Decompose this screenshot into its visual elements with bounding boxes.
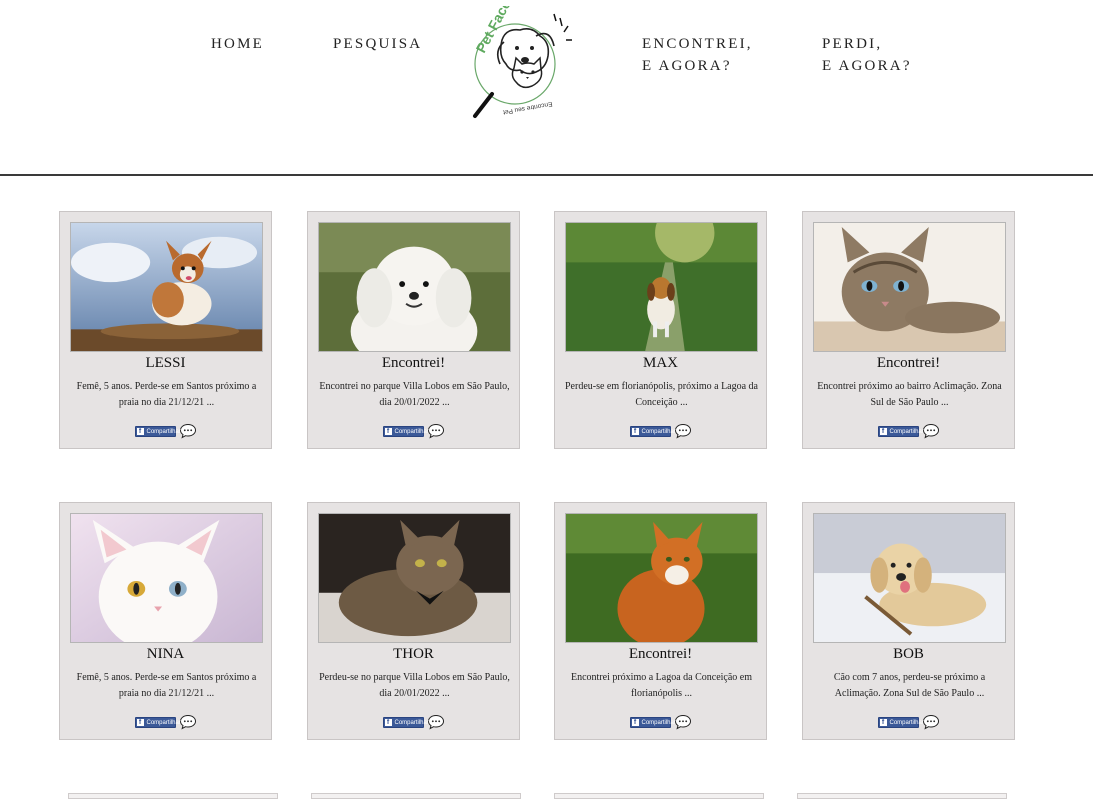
facebook-icon: f bbox=[136, 427, 144, 435]
share-label: Compartilhar bbox=[889, 719, 924, 726]
pet-photo[interactable] bbox=[318, 513, 511, 643]
pet-card-description: Femê, 5 anos. Perde-se em Santos próximo… bbox=[76, 672, 257, 699]
share-label: Compartilhar bbox=[394, 428, 429, 435]
pet-card[interactable]: Encontrei! Encontrei próximo a Lagoa da … bbox=[554, 502, 767, 740]
facebook-icon: f bbox=[384, 427, 392, 435]
nav-found[interactable]: ENCONTREI, E AGORA? bbox=[642, 33, 753, 77]
share-label: Compartilhar bbox=[889, 428, 924, 435]
card-stub bbox=[68, 793, 278, 799]
facebook-icon: f bbox=[631, 718, 639, 726]
facebook-icon: f bbox=[136, 718, 144, 726]
nav-found-line1: ENCONTREI, bbox=[642, 36, 753, 52]
pet-card-actions: f Compartilhar bbox=[60, 714, 271, 730]
facebook-share-button[interactable]: f Compartilhar bbox=[877, 716, 924, 728]
comment-bubble-icon[interactable] bbox=[922, 714, 940, 730]
facebook-share-button[interactable]: f Compartilhar bbox=[382, 425, 429, 437]
pet-card-description: Perdeu-se no parque Villa Lobos em São P… bbox=[319, 672, 510, 699]
facebook-share-button[interactable]: f Compartilhar bbox=[629, 716, 676, 728]
facebook-share-button[interactable]: f Compartilhar bbox=[629, 425, 676, 437]
pet-card-description: Perdeu-se em florianópolis, próximo a La… bbox=[565, 381, 758, 408]
pet-card[interactable]: Encontrei! Encontrei no parque Villa Lob… bbox=[307, 211, 520, 449]
pet-card-actions: f Compartilhar bbox=[308, 423, 519, 439]
comment-bubble-icon[interactable] bbox=[179, 714, 197, 730]
share-label: Compartilhar bbox=[394, 719, 429, 726]
pet-photo[interactable] bbox=[318, 222, 511, 352]
pet-face-logo[interactable]: Pet Face Encontre seu Pet bbox=[470, 0, 580, 120]
pet-photo[interactable] bbox=[565, 222, 758, 352]
nav-home[interactable]: HOME bbox=[211, 33, 264, 55]
pet-card[interactable]: NINA Femê, 5 anos. Perde-se em Santos pr… bbox=[59, 502, 272, 740]
pet-photo[interactable] bbox=[813, 222, 1006, 352]
card-stub bbox=[797, 793, 1007, 799]
pet-card[interactable]: Encontrei! Encontrei próximo ao bairro A… bbox=[802, 211, 1015, 449]
facebook-icon: f bbox=[879, 427, 887, 435]
pet-photo[interactable] bbox=[565, 513, 758, 643]
comment-bubble-icon[interactable] bbox=[427, 423, 445, 439]
nav-lost[interactable]: PERDI, E AGORA? bbox=[822, 33, 912, 77]
pet-card-actions: f Compartilhar bbox=[803, 423, 1014, 439]
logo-name: Pet Face bbox=[473, 6, 514, 55]
card-stub bbox=[311, 793, 521, 799]
pet-card-title[interactable]: Encontrei! bbox=[803, 355, 1014, 372]
share-label: Compartilhar bbox=[641, 428, 676, 435]
pet-card-title[interactable]: Encontrei! bbox=[555, 646, 766, 663]
pet-card[interactable]: MAX Perdeu-se em florianópolis, próximo … bbox=[554, 211, 767, 449]
header-divider bbox=[0, 174, 1093, 176]
pet-card-description: Encontrei próximo a Lagoa da Conceição e… bbox=[570, 672, 753, 699]
nav-search[interactable]: PESQUISA bbox=[333, 33, 422, 55]
pet-card[interactable]: LESSI Femê, 5 anos. Perde-se em Santos p… bbox=[59, 211, 272, 449]
pet-card-title[interactable]: NINA bbox=[60, 646, 271, 663]
pet-card-actions: f Compartilhar bbox=[555, 714, 766, 730]
comment-bubble-icon[interactable] bbox=[922, 423, 940, 439]
facebook-icon: f bbox=[879, 718, 887, 726]
nav-lost-line2: E AGORA? bbox=[822, 58, 912, 74]
comment-bubble-icon[interactable] bbox=[427, 714, 445, 730]
pet-card-description: Femê, 5 anos. Perde-se em Santos próximo… bbox=[76, 381, 257, 408]
pet-card-description: Encontrei próximo ao bairro Aclimação. Z… bbox=[817, 381, 1002, 408]
nav-lost-line1: PERDI, bbox=[822, 36, 883, 52]
pet-card-title[interactable]: THOR bbox=[308, 646, 519, 663]
facebook-icon: f bbox=[631, 427, 639, 435]
pet-card-description: Cão com 7 anos, perdeu-se próximo a Acli… bbox=[833, 672, 986, 699]
facebook-share-button[interactable]: f Compartilhar bbox=[382, 716, 429, 728]
share-label: Compartilhar bbox=[146, 719, 181, 726]
nav-found-line2: E AGORA? bbox=[642, 58, 732, 74]
pet-card-title[interactable]: Encontrei! bbox=[308, 355, 519, 372]
pet-card-description: Encontrei no parque Villa Lobos em São P… bbox=[319, 381, 510, 408]
card-stub bbox=[554, 793, 764, 799]
pet-card-actions: f Compartilhar bbox=[60, 423, 271, 439]
facebook-share-button[interactable]: f Compartilhar bbox=[134, 425, 181, 437]
comment-bubble-icon[interactable] bbox=[179, 423, 197, 439]
facebook-share-button[interactable]: f Compartilhar bbox=[877, 425, 924, 437]
share-label: Compartilhar bbox=[146, 428, 181, 435]
pet-card[interactable]: BOB Cão com 7 anos, perdeu-se próximo a … bbox=[802, 502, 1015, 740]
pet-card-actions: f Compartilhar bbox=[803, 714, 1014, 730]
pet-card-actions: f Compartilhar bbox=[555, 423, 766, 439]
nav-home-label: HOME bbox=[211, 36, 264, 52]
pet-card-title[interactable]: MAX bbox=[555, 355, 766, 372]
pet-photo[interactable] bbox=[813, 513, 1006, 643]
nav-search-label: PESQUISA bbox=[333, 36, 423, 52]
pet-card-title[interactable]: BOB bbox=[803, 646, 1014, 663]
facebook-share-button[interactable]: f Compartilhar bbox=[134, 716, 181, 728]
pet-photo[interactable] bbox=[70, 222, 263, 352]
pet-card-actions: f Compartilhar bbox=[308, 714, 519, 730]
share-label: Compartilhar bbox=[641, 719, 676, 726]
pet-photo[interactable] bbox=[70, 513, 263, 643]
facebook-icon: f bbox=[384, 718, 392, 726]
comment-bubble-icon[interactable] bbox=[674, 423, 692, 439]
pet-card-title[interactable]: LESSI bbox=[60, 355, 271, 372]
comment-bubble-icon[interactable] bbox=[674, 714, 692, 730]
pet-card[interactable]: THOR Perdeu-se no parque Villa Lobos em … bbox=[307, 502, 520, 740]
